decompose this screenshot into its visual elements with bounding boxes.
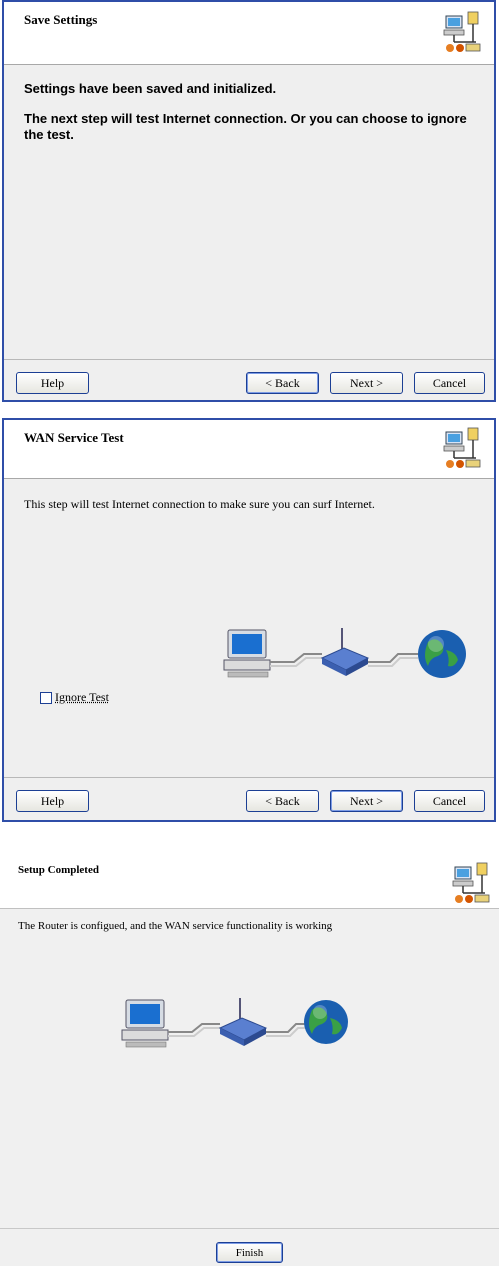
globe-icon: [304, 1000, 348, 1044]
button-bar: Help < Back Next > Cancel: [4, 359, 494, 401]
computer-icon: [224, 630, 270, 677]
router-icon: [322, 628, 368, 676]
dialog-header: Save Settings: [4, 2, 494, 65]
next-button[interactable]: Next >: [330, 790, 403, 812]
save-settings-dialog: Save Settings Settings have been saved a…: [2, 0, 496, 402]
next-step-message-cont: the test.: [24, 127, 74, 143]
wan-service-test-dialog: WAN Service Test This step will test Int…: [2, 418, 496, 822]
help-button[interactable]: Help: [16, 790, 89, 812]
button-bar: Finish: [0, 1228, 499, 1267]
finish-button[interactable]: Finish: [216, 1242, 283, 1263]
back-button[interactable]: < Back: [246, 790, 319, 812]
network-diagram: [120, 990, 370, 1060]
completion-description: The Router is configued, and the WAN ser…: [18, 920, 332, 932]
cancel-button[interactable]: Cancel: [414, 372, 485, 394]
page-title: WAN Service Test: [24, 430, 124, 446]
computer-icon: [122, 1000, 168, 1047]
back-button[interactable]: < Back: [246, 372, 319, 394]
network-wizard-icon: [447, 857, 497, 907]
network-diagram: [222, 620, 472, 690]
router-icon: [220, 998, 266, 1046]
network-wizard-icon: [438, 6, 488, 56]
cancel-button[interactable]: Cancel: [414, 790, 485, 812]
page-title: Save Settings: [24, 12, 97, 28]
page-title: Setup Completed: [18, 864, 99, 876]
globe-icon: [418, 630, 466, 678]
test-description: This step will test Internet connection …: [24, 497, 375, 512]
saved-message: Settings have been saved and initialized…: [24, 81, 276, 97]
next-step-message: The next step will test Internet connect…: [24, 111, 467, 127]
setup-completed-dialog: Setup Completed The Router is configued,…: [0, 855, 499, 1266]
dialog-header: Setup Completed: [0, 855, 499, 909]
help-button[interactable]: Help: [16, 372, 89, 394]
network-wizard-icon: [438, 422, 488, 472]
dialog-header: WAN Service Test: [4, 420, 494, 479]
ignore-test-checkbox[interactable]: [40, 692, 52, 704]
next-button[interactable]: Next >: [330, 372, 403, 394]
ignore-test-label[interactable]: Ignore Test: [55, 690, 109, 705]
button-bar: Help < Back Next > Cancel: [4, 777, 494, 821]
